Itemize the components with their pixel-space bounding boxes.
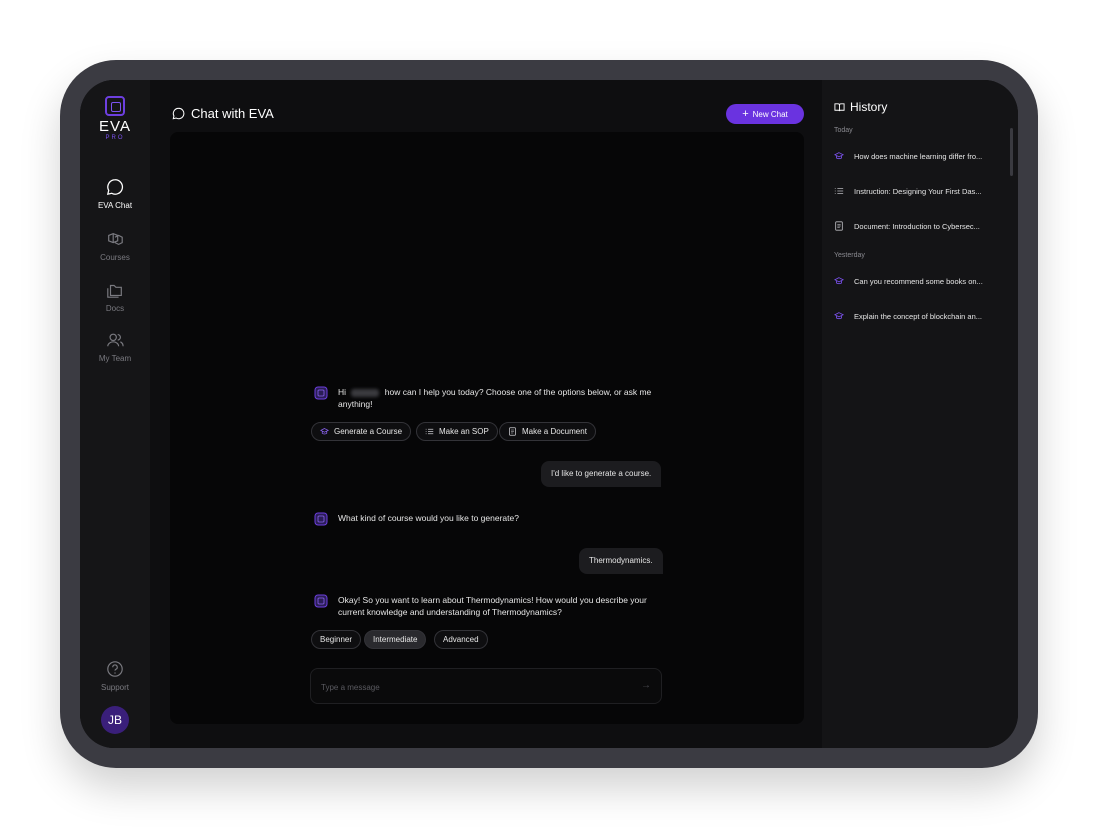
sidebar-item-label: Courses (100, 253, 130, 262)
sidebar-item-label: Docs (105, 304, 125, 313)
list-icon (425, 428, 434, 435)
chat-panel: Hi how can I help you today? Choose one … (170, 132, 804, 724)
option-make-sop-button[interactable]: Make an SOP (416, 422, 498, 441)
history-section-today: Today (834, 127, 853, 134)
bot-message: Okay! So you want to learn about Thermod… (314, 594, 654, 618)
redacted-name (351, 388, 380, 397)
message-input-box: → (310, 668, 662, 705)
history-item-text: How does machine learning differ fro... (854, 151, 983, 161)
history-item-text: Document: Introduction to Cybersec... (854, 221, 980, 231)
shield-logo-icon (105, 96, 125, 116)
bot-message-text: Okay! So you want to learn about Thermod… (338, 595, 647, 617)
history-item[interactable]: Document: Introduction to Cybersec... (834, 221, 1004, 231)
sidebar-item-my-team[interactable]: My Team (80, 331, 150, 363)
cubes-icon (108, 232, 123, 246)
level-beginner-button[interactable]: Beginner (311, 630, 362, 649)
graduation-cap-icon (834, 277, 844, 285)
sidebar-nav: EVA PRO EVA Chat Courses Docs My Team Su… (80, 80, 150, 748)
avatar[interactable]: JB (101, 706, 129, 734)
history-scrollbar[interactable] (1010, 128, 1013, 176)
bot-message: What kind of course would you like to ge… (314, 512, 654, 526)
history-panel: History Today How does machine learning … (822, 80, 1018, 748)
sidebar-item-label: My Team (98, 354, 132, 363)
document-icon (835, 221, 843, 231)
graduation-cap-icon (834, 152, 844, 160)
brand-logo: EVA PRO (80, 96, 150, 141)
new-chat-button[interactable]: + New Chat (726, 104, 804, 124)
graduation-cap-icon (834, 312, 844, 320)
greeting-hi: Hi (338, 387, 347, 397)
option-label: Make a Document (522, 427, 587, 436)
users-icon (107, 333, 124, 347)
greeting-text: how can I help you today? Choose one of … (338, 387, 652, 409)
option-generate-course-button[interactable]: Generate a Course (311, 422, 412, 441)
option-make-document-button[interactable]: Make a Document (499, 422, 596, 441)
eva-bot-icon (314, 512, 328, 526)
eva-bot-icon (314, 386, 328, 400)
history-item[interactable]: Instruction: Designing Your First Das... (834, 186, 1004, 196)
book-open-icon (834, 102, 845, 111)
brand-sub: PRO (105, 135, 125, 141)
message-input[interactable] (319, 669, 623, 705)
sidebar-item-courses[interactable]: Courses (80, 230, 150, 262)
level-intermediate-button[interactable]: Intermediate (364, 630, 427, 649)
help-icon (107, 661, 123, 677)
new-chat-label: New Chat (752, 109, 788, 119)
support-label: Support (100, 683, 130, 692)
history-item[interactable]: Explain the concept of blockchain an... (834, 311, 1004, 321)
sidebar-item-eva-chat[interactable]: EVA Chat (80, 178, 150, 210)
history-item-text: Explain the concept of blockchain an... (854, 311, 982, 321)
option-label: Make an SOP (439, 427, 489, 436)
list-icon (834, 188, 844, 194)
level-advanced-button[interactable]: Advanced (434, 630, 488, 649)
folder-icon (107, 284, 122, 298)
user-message: I'd like to generate a course. (541, 461, 662, 487)
option-label: Generate a Course (334, 427, 403, 436)
sidebar-item-label: EVA Chat (97, 201, 133, 210)
app-screen: EVA PRO EVA Chat Courses Docs My Team Su… (80, 80, 1018, 748)
bot-message-greeting: Hi how can I help you today? Choose one … (314, 386, 654, 410)
document-icon (509, 427, 516, 436)
graduation-cap-icon (320, 428, 329, 435)
page-title-text: Chat with EVA (191, 106, 274, 121)
history-title-text: History (850, 100, 888, 114)
history-item-text: Can you recommend some books on... (854, 276, 983, 286)
bot-message-text: What kind of course would you like to ge… (338, 513, 519, 523)
page-title: Chat with EVA (172, 106, 274, 121)
eva-bot-icon (314, 594, 328, 608)
plus-icon: + (742, 108, 749, 120)
user-message: Thermodynamics. (579, 548, 663, 574)
chat-bubble-icon (106, 179, 124, 196)
history-item[interactable]: How does machine learning differ fro... (834, 151, 1004, 161)
sidebar-item-docs[interactable]: Docs (80, 281, 150, 313)
brand-name: EVA (99, 118, 131, 135)
chat-bubble-icon (172, 107, 185, 120)
history-item-text: Instruction: Designing Your First Das... (854, 186, 982, 196)
history-title: History (834, 100, 887, 114)
tablet-frame: EVA PRO EVA Chat Courses Docs My Team Su… (60, 60, 1038, 768)
send-arrow-icon[interactable]: → (641, 680, 651, 691)
history-item[interactable]: Can you recommend some books on... (834, 276, 1004, 286)
support-button[interactable]: Support (80, 660, 150, 692)
history-section-yesterday: Yesterday (834, 252, 865, 259)
